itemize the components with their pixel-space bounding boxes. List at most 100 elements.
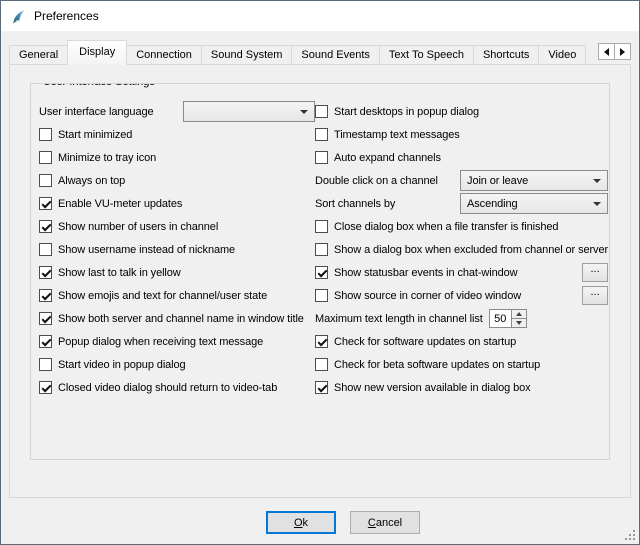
checkbox-server-channel-title[interactable]: Show both server and channel name in win… xyxy=(39,307,315,330)
checkbox-label: Show statusbar events in chat-window xyxy=(334,267,518,279)
checkbox-box xyxy=(315,243,328,256)
checkbox-show-user-count[interactable]: Show number of users in channel xyxy=(39,215,315,238)
tab-list: General Display Connection Sound System … xyxy=(9,40,595,65)
checkbox-label: Start video in popup dialog xyxy=(58,359,186,371)
arrow-left-icon xyxy=(604,48,609,56)
checkbox-box xyxy=(39,220,52,233)
checkbox-label: Enable VU-meter updates xyxy=(58,198,182,210)
checkbox-always-on-top[interactable]: Always on top xyxy=(39,169,315,192)
tab-sound-events[interactable]: Sound Events xyxy=(291,45,380,65)
dropdown-arrow-icon xyxy=(300,110,308,114)
checkbox-label: Check for software updates on startup xyxy=(334,336,516,348)
tab-scroll-right-button[interactable] xyxy=(614,43,631,60)
max-text-length-label: Maximum text length in channel list xyxy=(315,313,483,325)
group-title: User Interface Settings xyxy=(39,83,159,88)
tab-text-to-speech[interactable]: Text To Speech xyxy=(379,45,474,65)
checkbox-label: Start minimized xyxy=(58,129,132,141)
dropdown-arrow-icon xyxy=(593,179,601,183)
checkbox-software-updates[interactable]: Check for software updates on startup xyxy=(315,330,608,353)
tab-shortcuts[interactable]: Shortcuts xyxy=(473,45,539,65)
checkbox-emojis-text-state[interactable]: Show emojis and text for channel/user st… xyxy=(39,284,315,307)
checkbox-excluded-dialog[interactable]: Show a dialog box when excluded from cha… xyxy=(315,238,608,261)
checkbox-new-version-dialog[interactable]: Show new version available in dialog box xyxy=(315,376,608,399)
checkbox-label: Start desktops in popup dialog xyxy=(334,106,479,118)
checkbox-label: Show new version available in dialog box xyxy=(334,382,531,394)
user-interface-settings-group: User Interface Settings User interface l… xyxy=(30,83,610,460)
app-logo-icon xyxy=(10,8,27,25)
sort-channels-label: Sort channels by xyxy=(315,198,395,210)
checkbox-label: Show a dialog box when excluded from cha… xyxy=(334,244,608,256)
language-label: User interface language xyxy=(39,106,154,118)
checkbox-box xyxy=(39,381,52,394)
arrow-up-icon xyxy=(516,312,522,316)
checkbox-box xyxy=(39,358,52,371)
checkbox-label: Check for beta software updates on start… xyxy=(334,359,540,371)
double-click-label: Double click on a channel xyxy=(315,175,438,187)
checkbox-file-transfer-close[interactable]: Close dialog box when a file transfer is… xyxy=(315,215,608,238)
checkbox-show-username[interactable]: Show username instead of nickname xyxy=(39,238,315,261)
tab-strip: General Display Connection Sound System … xyxy=(9,40,631,65)
checkbox-box xyxy=(39,312,52,325)
checkbox-box xyxy=(315,128,328,141)
arrow-right-icon xyxy=(620,48,625,56)
checkbox-label: Show last to talk in yellow xyxy=(58,267,181,279)
checkbox-minimize-to-tray[interactable]: Minimize to tray icon xyxy=(39,146,315,169)
spinner-up-button[interactable] xyxy=(512,310,526,318)
sort-channels-row: Sort channels by Ascending xyxy=(315,192,608,215)
ok-button[interactable]: Ok xyxy=(266,511,336,534)
checkbox-start-minimized[interactable]: Start minimized xyxy=(39,123,315,146)
arrow-down-icon xyxy=(516,321,522,325)
checkbox-box xyxy=(39,289,52,302)
checkbox-box xyxy=(39,243,52,256)
video-source-browse-button[interactable]: ... xyxy=(582,286,608,305)
language-combobox[interactable] xyxy=(183,101,315,122)
checkbox-label: Timestamp text messages xyxy=(334,129,460,141)
tab-connection[interactable]: Connection xyxy=(126,45,202,65)
statusbar-events-browse-button[interactable]: ... xyxy=(582,263,608,282)
checkbox-label: Auto expand channels xyxy=(334,152,441,164)
checkbox-video-popup[interactable]: Start video in popup dialog xyxy=(39,353,315,376)
checkbox-box xyxy=(39,197,52,210)
checkbox-box xyxy=(39,128,52,141)
checkbox-vu-meter-updates[interactable]: Enable VU-meter updates xyxy=(39,192,315,215)
tab-video[interactable]: Video xyxy=(538,45,586,65)
checkbox-auto-expand[interactable]: Auto expand channels xyxy=(315,146,608,169)
checkbox-label: Always on top xyxy=(58,175,125,187)
tab-scroll-buttons xyxy=(598,43,631,60)
checkbox-label: Popup dialog when receiving text message xyxy=(58,336,263,348)
spinner-down-button[interactable] xyxy=(512,318,526,327)
checkbox-label: Show emojis and text for channel/user st… xyxy=(58,290,267,302)
sort-channels-combobox[interactable]: Ascending xyxy=(460,193,608,214)
checkbox-video-return-tab[interactable]: Closed video dialog should return to vid… xyxy=(39,376,315,399)
checkbox-popup-text-message[interactable]: Popup dialog when receiving text message xyxy=(39,330,315,353)
checkbox-box xyxy=(315,151,328,164)
checkbox-desktops-popup[interactable]: Start desktops in popup dialog xyxy=(315,100,608,123)
checkbox-beta-updates[interactable]: Check for beta software updates on start… xyxy=(315,353,608,376)
max-text-length-spinner[interactable]: 50 xyxy=(489,309,527,328)
tab-scroll-left-button[interactable] xyxy=(598,43,615,60)
tab-general[interactable]: General xyxy=(9,45,68,65)
resize-grip-icon[interactable] xyxy=(624,529,637,542)
checkbox-label: Close dialog box when a file transfer is… xyxy=(334,221,558,233)
checkbox-box xyxy=(315,335,328,348)
tab-sound-system[interactable]: Sound System xyxy=(201,45,293,65)
titlebar[interactable]: Preferences xyxy=(1,1,639,31)
double-click-combobox[interactable]: Join or leave xyxy=(460,170,608,191)
checkbox-last-to-talk-yellow[interactable]: Show last to talk in yellow xyxy=(39,261,315,284)
spinner-buttons xyxy=(511,310,526,327)
checkbox-timestamp-messages[interactable]: Timestamp text messages xyxy=(315,123,608,146)
checkbox-box xyxy=(315,266,328,279)
tab-display[interactable]: Display xyxy=(67,40,127,65)
checkbox-box xyxy=(39,335,52,348)
checkbox-box xyxy=(315,358,328,371)
cancel-button[interactable]: Cancel xyxy=(350,511,420,534)
checkbox-video-source-corner[interactable]: Show source in corner of video window xyxy=(315,289,521,302)
checkbox-box xyxy=(315,105,328,118)
checkbox-box xyxy=(39,151,52,164)
preferences-dialog: Preferences General Display Connection S… xyxy=(0,0,640,545)
max-text-length-row: Maximum text length in channel list 50 xyxy=(315,307,608,330)
checkbox-box xyxy=(315,381,328,394)
video-source-row: Show source in corner of video window ..… xyxy=(315,284,608,307)
checkbox-label: Show both server and channel name in win… xyxy=(58,313,304,325)
checkbox-statusbar-events[interactable]: Show statusbar events in chat-window xyxy=(315,266,518,279)
